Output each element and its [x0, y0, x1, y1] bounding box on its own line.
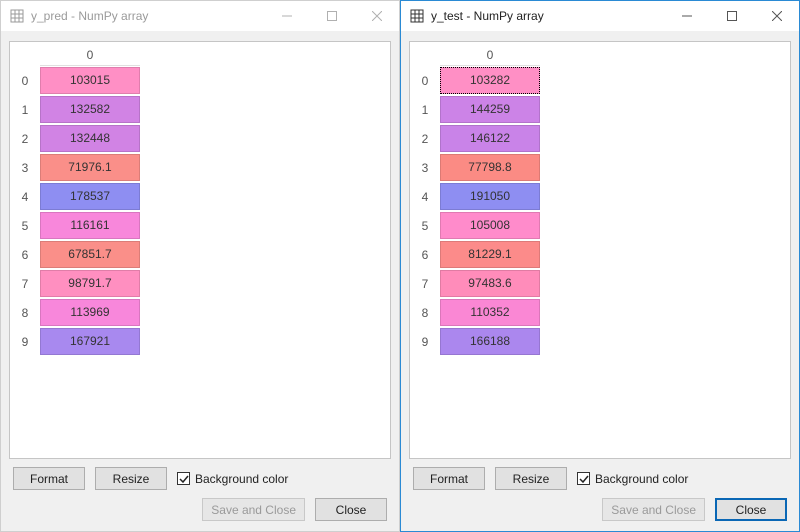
array-cell[interactable]: 67851.7 [40, 241, 140, 268]
table-row: 1132582 [10, 95, 140, 124]
array-cell[interactable]: 71976.1 [40, 154, 140, 181]
format-button[interactable]: Format [413, 467, 485, 490]
checkmark-icon [577, 472, 590, 485]
row-header[interactable]: 7 [410, 269, 440, 298]
window-title: y_pred - NumPy array [31, 9, 148, 23]
array-cell[interactable]: 113969 [40, 299, 140, 326]
table-row: 9166188 [410, 327, 540, 356]
array-cell[interactable]: 191050 [440, 183, 540, 210]
row-header[interactable]: 0 [410, 66, 440, 95]
column-header[interactable]: 0 [440, 44, 540, 66]
table-row: 0103015 [10, 66, 140, 95]
array-cell[interactable]: 103015 [40, 67, 140, 94]
array-cell[interactable]: 81229.1 [440, 241, 540, 268]
table-row: 2146122 [410, 124, 540, 153]
window-y-pred: y_pred - NumPy array 0010301511325822132… [0, 0, 400, 532]
row-header[interactable]: 1 [10, 95, 40, 124]
row-header[interactable]: 2 [10, 124, 40, 153]
maximize-button[interactable] [309, 1, 354, 31]
grid-icon [409, 8, 425, 24]
resize-button[interactable]: Resize [95, 467, 167, 490]
titlebar[interactable]: y_pred - NumPy array [1, 1, 399, 31]
table-row: 371976.1 [10, 153, 140, 182]
row-header[interactable]: 6 [410, 240, 440, 269]
toolbar: Format Resize Background color [409, 459, 791, 492]
table-row: 5105008 [410, 211, 540, 240]
array-cell[interactable]: 77798.8 [440, 154, 540, 181]
close-button[interactable]: Close [315, 498, 387, 521]
format-button[interactable]: Format [13, 467, 85, 490]
array-cell[interactable]: 116161 [40, 212, 140, 239]
background-color-label: Background color [195, 472, 288, 486]
array-cell[interactable]: 144259 [440, 96, 540, 123]
toolbar: Format Resize Background color [9, 459, 391, 492]
dialog-buttons: Save and Close Close [409, 492, 791, 523]
array-grid[interactable]: 0010301511325822132448371976.14178537511… [9, 41, 391, 459]
titlebar[interactable]: y_test - NumPy array [401, 1, 799, 31]
table-row: 4191050 [410, 182, 540, 211]
column-header[interactable]: 0 [40, 44, 140, 66]
grid-icon [9, 8, 25, 24]
close-button[interactable]: Close [715, 498, 787, 521]
table-row: 797483.6 [410, 269, 540, 298]
table-row: 377798.8 [410, 153, 540, 182]
minimize-button[interactable] [264, 1, 309, 31]
background-color-checkbox[interactable]: Background color [577, 472, 688, 486]
array-cell[interactable]: 146122 [440, 125, 540, 152]
close-window-button[interactable] [354, 1, 399, 31]
row-header[interactable]: 2 [410, 124, 440, 153]
array-cell[interactable]: 132448 [40, 125, 140, 152]
table-row: 2132448 [10, 124, 140, 153]
array-cell[interactable]: 105008 [440, 212, 540, 239]
array-grid[interactable]: 0010328211442592146122377798.84191050510… [409, 41, 791, 459]
row-header[interactable]: 0 [10, 66, 40, 95]
table-row: 0103282 [410, 66, 540, 95]
array-cell[interactable]: 166188 [440, 328, 540, 355]
table-row: 798791.7 [10, 269, 140, 298]
table-row: 8113969 [10, 298, 140, 327]
window-title: y_test - NumPy array [431, 9, 544, 23]
dialog-buttons: Save and Close Close [9, 492, 391, 523]
close-window-button[interactable] [754, 1, 799, 31]
save-and-close-button: Save and Close [202, 498, 305, 521]
array-cell[interactable]: 167921 [40, 328, 140, 355]
window-y-test: y_test - NumPy array 0010328211442592146… [400, 0, 800, 532]
array-cell[interactable]: 97483.6 [440, 270, 540, 297]
background-color-checkbox[interactable]: Background color [177, 472, 288, 486]
table-row: 5116161 [10, 211, 140, 240]
array-cell[interactable]: 98791.7 [40, 270, 140, 297]
table-row: 1144259 [410, 95, 540, 124]
row-header[interactable]: 3 [410, 153, 440, 182]
row-header[interactable]: 3 [10, 153, 40, 182]
array-cell[interactable]: 110352 [440, 299, 540, 326]
row-header[interactable]: 4 [410, 182, 440, 211]
row-header[interactable]: 9 [410, 327, 440, 356]
save-and-close-button: Save and Close [602, 498, 705, 521]
table-row: 681229.1 [410, 240, 540, 269]
row-header[interactable]: 8 [10, 298, 40, 327]
row-header[interactable]: 7 [10, 269, 40, 298]
table-row: 9167921 [10, 327, 140, 356]
background-color-label: Background color [595, 472, 688, 486]
minimize-button[interactable] [664, 1, 709, 31]
maximize-button[interactable] [709, 1, 754, 31]
row-header[interactable]: 5 [10, 211, 40, 240]
table-row: 4178537 [10, 182, 140, 211]
client-area: 0010328211442592146122377798.84191050510… [401, 31, 799, 531]
array-cell[interactable]: 103282 [440, 67, 540, 94]
row-header[interactable]: 6 [10, 240, 40, 269]
table-row: 8110352 [410, 298, 540, 327]
table-row: 667851.7 [10, 240, 140, 269]
row-header[interactable]: 4 [10, 182, 40, 211]
array-cell[interactable]: 178537 [40, 183, 140, 210]
resize-button[interactable]: Resize [495, 467, 567, 490]
array-cell[interactable]: 132582 [40, 96, 140, 123]
client-area: 0010301511325822132448371976.14178537511… [1, 31, 399, 531]
checkmark-icon [177, 472, 190, 485]
row-header[interactable]: 8 [410, 298, 440, 327]
row-header[interactable]: 5 [410, 211, 440, 240]
row-header[interactable]: 1 [410, 95, 440, 124]
row-header[interactable]: 9 [10, 327, 40, 356]
